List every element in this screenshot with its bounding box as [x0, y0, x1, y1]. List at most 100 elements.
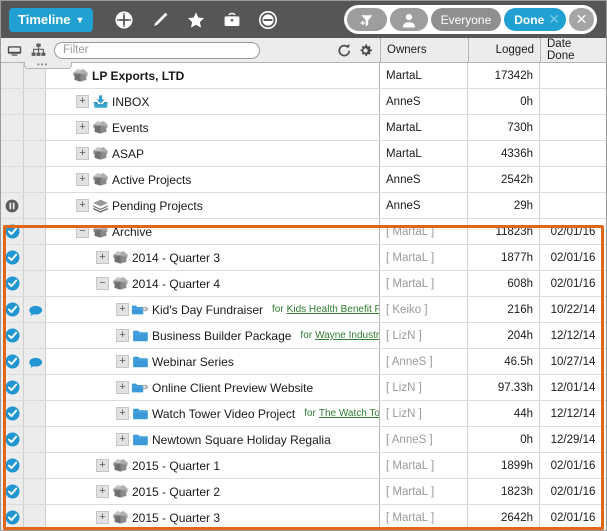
row-status-gutter[interactable]	[1, 115, 24, 140]
row-status-gutter[interactable]	[1, 271, 24, 296]
row-comment-gutter[interactable]	[24, 401, 46, 426]
table-row[interactable]: LP Exports, LTD MartaL 17342h	[1, 63, 606, 89]
cell-date-done[interactable]: 12/29/14	[540, 427, 606, 452]
tree-expand-toggle[interactable]: +	[116, 381, 129, 394]
row-client-link[interactable]: The Watch Tower	[319, 408, 379, 419]
filter-add-icon[interactable]	[346, 8, 387, 31]
completed-check-icon[interactable]	[5, 510, 20, 525]
table-row[interactable]: + 2014 - Quarter 3[ MartaL ] 1877h 02/01/1…	[1, 245, 606, 271]
cell-date-done[interactable]	[540, 63, 606, 88]
cell-owner[interactable]: [ LizN ]	[380, 323, 468, 348]
cell-date-done[interactable]: 02/01/16	[540, 479, 606, 504]
table-row[interactable]: + Kid's Day Fundraiser for Kids Health Ben…	[1, 297, 606, 323]
filter-done-pill[interactable]: Done ✕	[504, 8, 566, 31]
table-row[interactable]: + Webinar Series[ AnneS ] 46.5h 10/27/14	[1, 349, 606, 375]
edit-pencil-icon[interactable]	[149, 9, 171, 31]
tree-expand-toggle[interactable]: −	[96, 277, 109, 290]
row-status-gutter[interactable]	[1, 89, 24, 114]
row-status-gutter[interactable]	[1, 349, 24, 374]
cell-owner[interactable]: [ LizN ]	[380, 401, 468, 426]
row-name-cell[interactable]: + ASAP	[46, 141, 380, 166]
row-comment-gutter[interactable]	[24, 297, 46, 322]
cell-date-done[interactable]	[540, 193, 606, 218]
cell-logged[interactable]: 1823h	[468, 479, 540, 504]
done-remove-icon[interactable]: ✕	[548, 11, 560, 28]
row-name-cell[interactable]: − Archive	[46, 219, 380, 244]
table-row[interactable]: + ASAP MartaL 4336h	[1, 141, 606, 167]
org-tree-icon[interactable]	[30, 42, 47, 59]
row-status-gutter[interactable]	[1, 245, 24, 270]
tree-expand-toggle[interactable]: +	[116, 355, 129, 368]
cell-date-done[interactable]: 12/01/14	[540, 375, 606, 400]
tree-expand-toggle[interactable]: +	[96, 459, 109, 472]
gear-icon[interactable]	[357, 42, 374, 59]
tree-expand-toggle[interactable]: +	[76, 95, 89, 108]
cell-owner[interactable]: [ MartaL ]	[380, 505, 468, 530]
table-row[interactable]: + 2015 - Quarter 1[ MartaL ] 1899h 02/01/1…	[1, 453, 606, 479]
cell-logged[interactable]: 2642h	[468, 505, 540, 530]
cell-logged[interactable]: 46.5h	[468, 349, 540, 374]
clear-filters-button[interactable]: ✕	[569, 8, 594, 31]
row-status-gutter[interactable]	[1, 193, 24, 218]
cell-date-done[interactable]: 12/12/14	[540, 323, 606, 348]
panel-drag-handle[interactable]: •••	[24, 60, 72, 69]
completed-check-icon[interactable]	[5, 276, 20, 291]
cell-date-done[interactable]: 10/27/14	[540, 349, 606, 374]
row-comment-gutter[interactable]	[24, 141, 46, 166]
column-header-date-done[interactable]: Date Done	[540, 38, 606, 62]
cell-owner[interactable]: [ MartaL ]	[380, 245, 468, 270]
monitor-icon[interactable]	[6, 42, 23, 59]
cell-logged[interactable]: 204h	[468, 323, 540, 348]
completed-check-icon[interactable]	[5, 484, 20, 499]
row-name-cell[interactable]: + Pending Projects	[46, 193, 380, 218]
row-status-gutter[interactable]	[1, 427, 24, 452]
row-name-cell[interactable]: − 2014 - Quarter 4	[46, 271, 380, 296]
row-status-gutter[interactable]	[1, 167, 24, 192]
cell-logged[interactable]: 11823h	[468, 219, 540, 244]
cell-date-done[interactable]	[540, 89, 606, 114]
row-status-gutter[interactable]	[1, 505, 24, 530]
table-row[interactable]: + 2015 - Quarter 2[ MartaL ] 1823h 02/01/1…	[1, 479, 606, 505]
cell-owner[interactable]: MartaL	[380, 115, 468, 140]
tree-expand-toggle[interactable]: +	[116, 407, 129, 420]
row-comment-gutter[interactable]	[24, 349, 46, 374]
cell-date-done[interactable]	[540, 167, 606, 192]
add-icon[interactable]	[113, 9, 135, 31]
cell-logged[interactable]: 608h	[468, 271, 540, 296]
row-comment-gutter[interactable]	[24, 245, 46, 270]
row-name-cell[interactable]: + 2015 - Quarter 2	[46, 479, 380, 504]
filter-everyone-pill[interactable]: Everyone	[430, 8, 502, 31]
tree-expand-toggle[interactable]: +	[76, 173, 89, 186]
tree-expand-toggle[interactable]: +	[96, 511, 109, 524]
row-client-link[interactable]: Wayne Industries	[315, 330, 379, 341]
cell-logged[interactable]: 1877h	[468, 245, 540, 270]
cell-date-done[interactable]: 02/01/16	[540, 219, 606, 244]
row-status-gutter[interactable]	[1, 401, 24, 426]
table-row[interactable]: + Pending Projects AnneS 29h	[1, 193, 606, 219]
cell-owner[interactable]: MartaL	[380, 63, 468, 88]
cell-logged[interactable]: 0h	[468, 427, 540, 452]
cell-owner[interactable]: [ AnneS ]	[380, 427, 468, 452]
table-row[interactable]: + INBOX AnneS 0h	[1, 89, 606, 115]
completed-check-icon[interactable]	[5, 354, 20, 369]
row-name-cell[interactable]: + Webinar Series	[46, 349, 380, 374]
tree-expand-toggle[interactable]: +	[116, 303, 129, 316]
row-name-cell[interactable]: + Newtown Square Holiday Regalia	[46, 427, 380, 452]
tree-expand-toggle[interactable]: −	[76, 225, 89, 238]
tree-expand-toggle[interactable]: +	[76, 121, 89, 134]
row-comment-gutter[interactable]	[24, 219, 46, 244]
cell-date-done[interactable]: 10/22/14	[540, 297, 606, 322]
row-status-gutter[interactable]	[1, 297, 24, 322]
table-row[interactable]: − Archive[ MartaL ] 11823h 02/01/16	[1, 219, 606, 245]
briefcase-icon[interactable]	[221, 9, 243, 31]
cell-date-done[interactable]: 02/01/16	[540, 271, 606, 296]
table-row[interactable]: + Newtown Square Holiday Regalia[ AnneS …	[1, 427, 606, 453]
cell-date-done[interactable]: 12/12/14	[540, 401, 606, 426]
cell-logged[interactable]: 2542h	[468, 167, 540, 192]
cell-logged[interactable]: 730h	[468, 115, 540, 140]
cell-owner[interactable]: AnneS	[380, 193, 468, 218]
row-comment-gutter[interactable]	[24, 427, 46, 452]
row-comment-gutter[interactable]	[24, 479, 46, 504]
row-status-gutter[interactable]	[1, 141, 24, 166]
row-status-gutter[interactable]	[1, 219, 24, 244]
